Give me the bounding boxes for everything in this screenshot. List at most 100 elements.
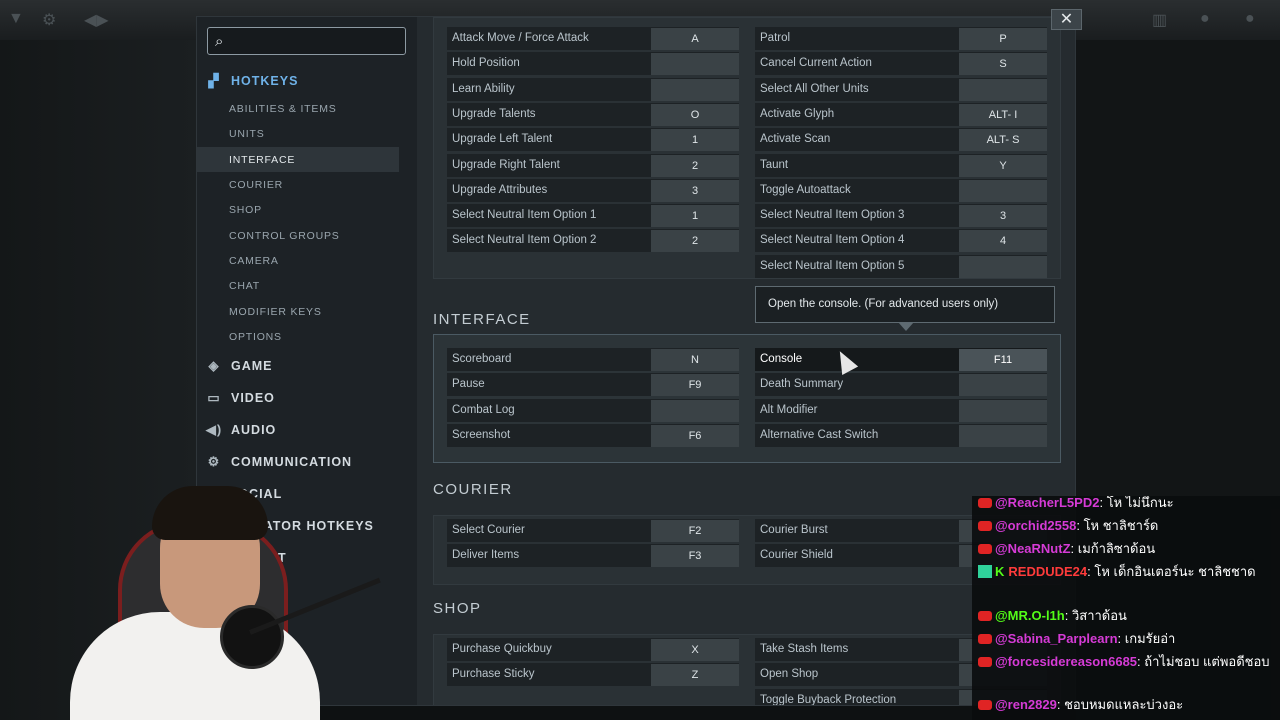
nav-sub-modifier-keys[interactable]: MODIFIER KEYS <box>197 299 399 324</box>
nav-audio[interactable]: ◀) AUDIO <box>205 417 276 443</box>
hotkey-row-taunt[interactable]: Taunt Y <box>755 153 1047 177</box>
nav-sub-courier[interactable]: COURIER <box>197 172 399 197</box>
hotkey-key-button[interactable]: Y <box>959 154 1047 177</box>
hotkey-key-button[interactable]: X <box>651 639 739 661</box>
search-box[interactable]: ⌕ <box>207 27 406 55</box>
hotkey-row-purchase-quickbuy[interactable]: Purchase Quickbuy X <box>447 638 739 661</box>
hotkey-row-death-summary[interactable]: Death Summary <box>755 373 1047 397</box>
hotkey-row-purchase-sticky[interactable]: Purchase Sticky Z <box>447 663 739 687</box>
hotkey-row-select-courier[interactable]: Select Courier F2 <box>447 519 739 542</box>
hotkey-row-upgrade-talents[interactable]: Upgrade Talents O <box>447 102 739 126</box>
section-title-shop: SHOP <box>433 600 482 617</box>
chat-separator: : <box>1056 697 1065 712</box>
hotkey-row-pause[interactable]: Pause F9 <box>447 373 739 397</box>
hotkey-key-button[interactable] <box>959 179 1047 202</box>
nav-sub-shop[interactable]: SHOP <box>197 197 399 222</box>
profile-icon: ● <box>1200 10 1210 27</box>
hotkey-row-select-neutral-item-option-5[interactable]: Select Neutral Item Option 5 <box>755 254 1047 278</box>
hotkey-row-hold-position[interactable]: Hold Position <box>447 52 739 76</box>
hotkey-row-upgrade-attributes[interactable]: Upgrade Attributes 3 <box>447 178 739 202</box>
hotkey-key-button[interactable]: F9 <box>651 374 739 397</box>
hotkey-row-deliver-items[interactable]: Deliver Items F3 <box>447 544 739 568</box>
section-title-interface: INTERFACE <box>433 311 531 328</box>
hotkey-key-button[interactable]: 4 <box>959 230 1047 253</box>
streamer-hair <box>152 486 268 540</box>
nav-sub-label: CAMERA <box>229 254 279 267</box>
hotkey-row-learn-ability[interactable]: Learn Ability <box>447 77 739 101</box>
hotkey-row-patrol[interactable]: Patrol P <box>755 27 1047 50</box>
hotkey-key-button[interactable]: ALT- I <box>959 103 1047 126</box>
hotkey-key-button[interactable] <box>959 78 1047 101</box>
nav-sub-label: CONTROL GROUPS <box>229 229 340 242</box>
hotkey-key-button[interactable]: Z <box>651 664 739 687</box>
nav-hotkeys[interactable]: ▞ HOTKEYS <box>205 68 298 94</box>
hotkey-key-button[interactable] <box>651 53 739 76</box>
hotkey-row-alternative-cast-switch[interactable]: Alternative Cast Switch <box>755 423 1047 447</box>
hotkey-row-upgrade-left-talent[interactable]: Upgrade Left Talent 1 <box>447 128 739 152</box>
nav-game[interactable]: ◈ GAME <box>205 353 273 379</box>
hotkey-label: Take Stash Items <box>760 643 849 655</box>
hotkey-row-select-neutral-item-option-3[interactable]: Select Neutral Item Option 3 3 <box>755 204 1047 228</box>
youtube-icon <box>978 544 992 554</box>
hotkey-key-button[interactable]: 2 <box>651 154 739 177</box>
nav-sub-abilities-items[interactable]: ABILITIES & ITEMS <box>197 96 399 121</box>
hotkey-key-button[interactable] <box>959 255 1047 278</box>
hotkey-row-attack-move-force-attack[interactable]: Attack Move / Force Attack A <box>447 27 739 50</box>
nav-video[interactable]: ▭ VIDEO <box>205 385 275 411</box>
hotkey-label: Select Neutral Item Option 3 <box>760 209 905 222</box>
youtube-icon <box>978 700 992 710</box>
hotkey-key-button[interactable]: 3 <box>651 179 739 202</box>
hotkey-key-button[interactable]: ALT- S <box>959 129 1047 152</box>
chat-text: วิสาาด้อน <box>1071 608 1127 623</box>
hotkey-key-button[interactable]: 3 <box>959 205 1047 228</box>
hotkey-key-button[interactable]: F2 <box>651 520 739 542</box>
hotkey-label: Select All Other Units <box>760 82 869 95</box>
nav-sub-chat[interactable]: CHAT <box>197 273 399 298</box>
nav-sub-camera[interactable]: CAMERA <box>197 248 399 273</box>
hotkey-row-alt-modifier[interactable]: Alt Modifier <box>755 398 1047 422</box>
close-button[interactable]: ✕ <box>1051 9 1082 30</box>
hotkey-key-button[interactable] <box>651 78 739 101</box>
section-title-courier: COURIER <box>433 481 513 498</box>
hotkey-row-select-neutral-item-option-4[interactable]: Select Neutral Item Option 4 4 <box>755 229 1047 253</box>
hotkey-key-button[interactable]: N <box>651 349 739 371</box>
hotkey-row-console[interactable]: Console F11 <box>755 348 1047 371</box>
hotkey-key-button[interactable]: O <box>651 103 739 126</box>
hotkey-row-select-all-other-units[interactable]: Select All Other Units <box>755 77 1047 101</box>
search-icon: ⌕ <box>215 33 224 50</box>
hotkey-key-button[interactable] <box>959 374 1047 397</box>
hotkey-key-button[interactable]: 2 <box>651 230 739 253</box>
chat-text: เกมรัยอ่า <box>1124 631 1176 646</box>
hotkey-row-scoreboard[interactable]: Scoreboard N <box>447 348 739 371</box>
nav-sub-units[interactable]: UNITS <box>197 121 399 146</box>
hotkey-row-screenshot[interactable]: Screenshot F6 <box>447 423 739 447</box>
hotkey-row-upgrade-right-talent[interactable]: Upgrade Right Talent 2 <box>447 153 739 177</box>
chat-text: โห ชาลิชาร์ด <box>1083 518 1159 533</box>
hotkey-key-button[interactable]: F3 <box>651 545 739 568</box>
hotkey-key-button[interactable]: F11 <box>959 349 1047 371</box>
hotkey-row-combat-log[interactable]: Combat Log <box>447 398 739 422</box>
hotkey-key-button[interactable] <box>959 424 1047 447</box>
hotkey-key-button[interactable] <box>651 399 739 422</box>
hotkey-key-button[interactable] <box>959 399 1047 422</box>
hotkey-key-button[interactable]: P <box>959 28 1047 50</box>
nav-sub-control-groups[interactable]: CONTROL GROUPS <box>197 223 399 248</box>
hotkey-key-button[interactable]: S <box>959 53 1047 76</box>
hotkey-key-button[interactable]: A <box>651 28 739 50</box>
hotkey-key-button[interactable]: 1 <box>651 129 739 152</box>
hotkey-row-activate-scan[interactable]: Activate Scan ALT- S <box>755 128 1047 152</box>
nav-sub-interface[interactable]: INTERFACE <box>197 147 399 172</box>
search-input[interactable] <box>236 32 396 50</box>
hotkey-row-activate-glyph[interactable]: Activate Glyph ALT- I <box>755 102 1047 126</box>
hotkey-key-button[interactable]: 1 <box>651 205 739 228</box>
hotkey-row-select-neutral-item-option-2[interactable]: Select Neutral Item Option 2 2 <box>447 229 739 253</box>
hotkey-row-cancel-current-action[interactable]: Cancel Current Action S <box>755 52 1047 76</box>
nav-communication[interactable]: ⚙ COMMUNICATION <box>205 449 352 475</box>
hotkey-row-select-neutral-item-option-1[interactable]: Select Neutral Item Option 1 1 <box>447 204 739 228</box>
hotkey-label: Console <box>760 353 803 365</box>
hotkey-row-toggle-autoattack[interactable]: Toggle Autoattack <box>755 178 1047 202</box>
nav-sub-options[interactable]: OPTIONS <box>197 324 399 349</box>
hotkey-key-button[interactable]: F6 <box>651 424 739 447</box>
console-tooltip: Open the console. (For advanced users on… <box>755 286 1055 323</box>
live-chat-overlay: @ReacherL5PD2: โห ไม่นึกนะ @orchid2558: โ… <box>972 496 1280 720</box>
